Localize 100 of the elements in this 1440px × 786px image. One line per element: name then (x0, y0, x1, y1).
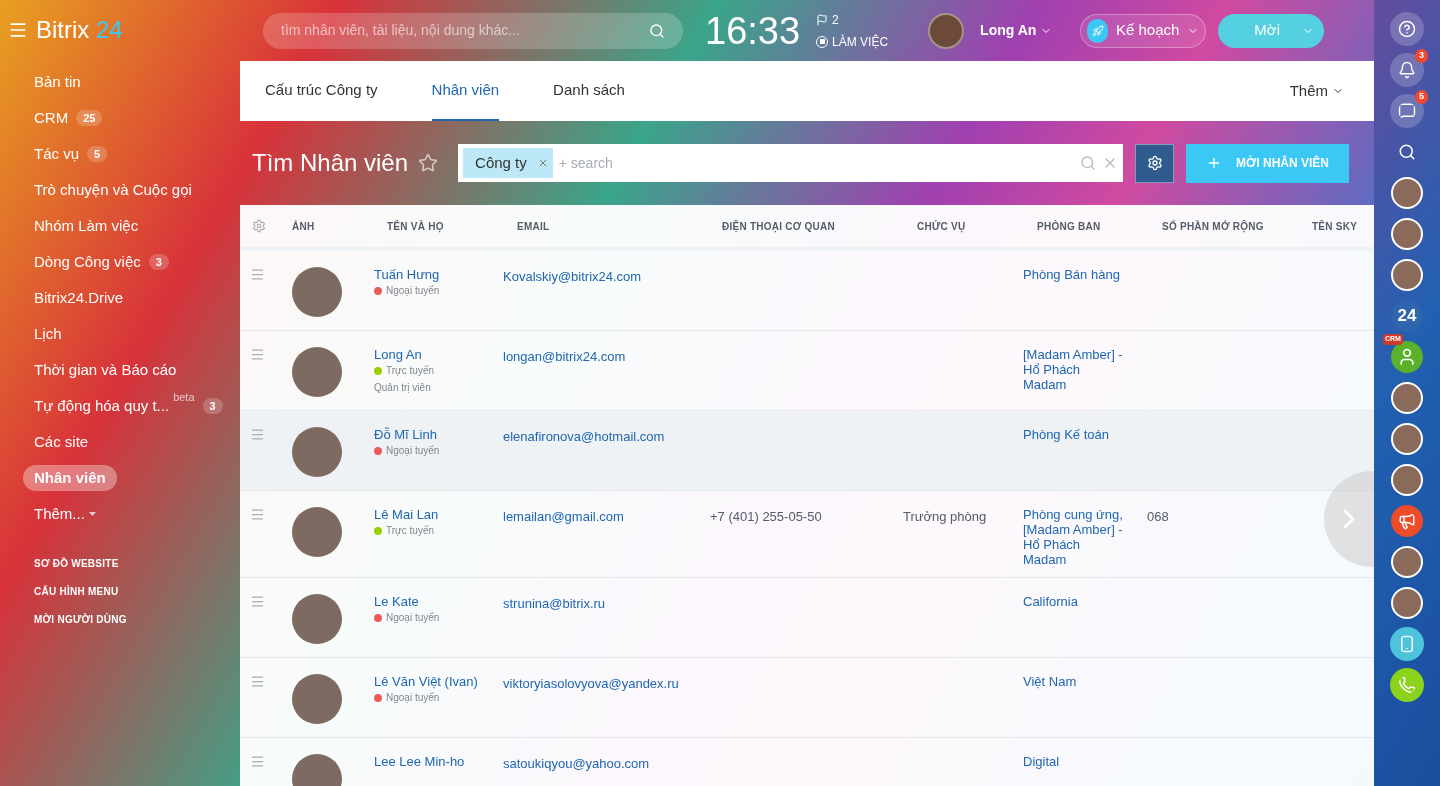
chat-icon[interactable] (1390, 94, 1424, 128)
user-menu[interactable]: Long An (980, 20, 1053, 41)
department-link[interactable]: Việt Nam (1023, 674, 1127, 689)
column-header[interactable]: CHỨC VỤ (917, 220, 966, 232)
sidebar-item[interactable]: Lịch (23, 321, 73, 347)
table-row[interactable]: Tuấn Hưng Ngoại tuyến Kovalskiy@bitrix24.com Phòng Bán hàng (240, 251, 1374, 331)
column-header[interactable]: TÊN SKY (1312, 220, 1358, 232)
table-row[interactable]: Le Kate Ngoại tuyến strunina@bitrix.ru California (240, 578, 1374, 658)
column-header[interactable]: ẢNH (292, 220, 315, 232)
drag-handle-icon[interactable] (250, 507, 265, 522)
email-link[interactable]: lemailan@gmail.com (503, 509, 624, 524)
contact-avatar[interactable] (1391, 587, 1423, 619)
sidebar-item[interactable]: Bitrix24.Drive (23, 285, 135, 311)
filter-field[interactable]: Công ty + search (458, 144, 1124, 182)
page-title: Tìm Nhân viên (252, 148, 409, 178)
department-link[interactable]: Phòng Bán hàng (1023, 267, 1127, 282)
column-header[interactable]: ĐIỆN THOẠI CƠ QUAN (722, 220, 836, 232)
tab[interactable]: Cấu trúc Công ty (265, 61, 378, 121)
more-tab[interactable]: Thêm (1289, 61, 1344, 121)
employee-name[interactable]: Le Kate (374, 594, 492, 609)
drag-handle-icon[interactable] (250, 427, 265, 442)
bell-icon[interactable] (1390, 53, 1424, 87)
sidebar-item[interactable]: CRM 25 (23, 105, 114, 131)
sidebar-item[interactable]: Nhóm Làm việc (23, 213, 150, 239)
contact-avatar[interactable] (1391, 218, 1423, 250)
drag-handle-icon[interactable] (250, 267, 265, 282)
sidebar-item[interactable]: Dòng Công việc 3 (23, 249, 180, 275)
table-row[interactable]: Lê Văn Việt (Ivan) Ngoại tuyến viktoryiasolovyova@yandex.ru Việt Nam (240, 658, 1374, 738)
sidebar-link[interactable]: SƠ ĐỒ WEBSITE (34, 556, 240, 571)
employee-name[interactable]: Lê Mai Lan (374, 507, 492, 522)
email-link[interactable]: Kovalskiy@bitrix24.com (503, 269, 642, 284)
email-link[interactable]: longan@bitrix24.com (503, 349, 626, 364)
contact-avatar[interactable] (1391, 546, 1423, 578)
search-icon[interactable] (649, 22, 665, 39)
plan-button[interactable]: Kế hoạch (1080, 13, 1207, 48)
table-row[interactable]: Lee Lee Min-ho satoukiqyou@yahoo.com Digital (240, 738, 1374, 786)
drag-handle-icon[interactable] (250, 347, 265, 362)
filter-tag[interactable]: Công ty (463, 148, 553, 178)
crm-contact-icon[interactable] (1391, 341, 1423, 373)
sidebar-item[interactable]: Thời gian và Báo cáo (23, 357, 188, 383)
department-link[interactable]: Digital (1023, 754, 1127, 769)
column-header[interactable]: EMAIL (517, 220, 550, 232)
department-link[interactable]: California (1023, 594, 1127, 609)
photo-placeholder (292, 507, 342, 557)
photo-placeholder (292, 427, 342, 477)
status-text: Trực tuyến (386, 524, 434, 538)
department-link[interactable]: [Madam Amber] - Hổ Phách Madam (1023, 347, 1127, 392)
flag-count: 2 (832, 11, 839, 29)
help-icon[interactable] (1390, 12, 1424, 46)
contact-avatar[interactable] (1391, 259, 1423, 291)
search-field[interactable]: tìm nhân viên, tài liệu, nội dung khác... (263, 12, 683, 49)
sidebar-item[interactable]: Tác vụ 5 (23, 141, 119, 167)
megaphone-icon[interactable] (1391, 505, 1423, 537)
phone-cloud-icon[interactable] (1390, 627, 1424, 661)
sidebar-link[interactable]: MỜI NGƯỜI DÙNG (34, 612, 240, 627)
table-row[interactable]: Đỗ Mĩ Linh Ngoại tuyến elenafironova@hotmail.com Phòng Kế toán (240, 411, 1374, 491)
table-row[interactable]: Lê Mai Lan Trực tuyến lemailan@gmail.com +7 (401) 255-05-50 Trưởng phòng Phòng cung ứng, [Madam Amber] - Hổ Phách Madam 068 (240, 491, 1374, 578)
email-link[interactable]: viktoryiasolovyova@yandex.ru (503, 676, 679, 691)
contact-avatar[interactable] (1391, 423, 1423, 455)
settings-button[interactable] (1135, 143, 1175, 183)
sidebar-item[interactable]: Bản tin (23, 69, 92, 95)
tab[interactable]: Danh sách (553, 61, 625, 121)
sidebar-link[interactable]: CẤU HÌNH MENU (34, 584, 240, 599)
star-icon[interactable] (418, 153, 439, 173)
column-header[interactable]: PHÒNG BAN (1037, 220, 1101, 232)
phone-icon[interactable] (1390, 668, 1424, 702)
contact-avatar[interactable] (1391, 464, 1423, 496)
work-status[interactable]: LÀM VIỆC (832, 32, 889, 51)
photo-placeholder (292, 674, 342, 724)
sidebar-item[interactable]: Thêm... (23, 501, 107, 527)
rocket-icon (1087, 18, 1108, 43)
filter-input[interactable]: + search (558, 152, 1081, 174)
employee-name[interactable]: Long An (374, 347, 492, 362)
sidebar-item[interactable]: Trò chuyện và Cuộc gọi (23, 177, 203, 203)
sidebar-item[interactable]: Các site (23, 429, 100, 455)
search-input[interactable]: tìm nhân viên, tài liệu, nội dung khác... (281, 20, 649, 41)
drag-handle-icon[interactable] (250, 594, 265, 609)
avatar[interactable] (928, 12, 965, 49)
department-link[interactable]: Phòng cung ứng, [Madam Amber] - Hổ Phách Madam (1023, 507, 1127, 567)
position-text: Trưởng phòng (903, 509, 987, 524)
status-text: Ngoại tuyến (386, 284, 440, 298)
drag-handle-icon[interactable] (250, 754, 265, 769)
contact-avatar[interactable] (1391, 177, 1423, 209)
employee-name[interactable]: Đỗ Mĩ Linh (374, 427, 492, 442)
email-link[interactable]: elenafironova@hotmail.com (503, 429, 665, 444)
employee-name[interactable]: Lê Văn Việt (Ivan) (374, 674, 492, 689)
department-link[interactable]: Phòng Kế toán (1023, 427, 1127, 442)
bitrix-logo[interactable]: 24 (1391, 300, 1423, 332)
tab[interactable]: Nhân viên (431, 61, 500, 121)
email-link[interactable]: satoukiqyou@yahoo.com (503, 756, 650, 771)
column-header[interactable]: TÊN VÀ HỌ (387, 220, 444, 232)
email-link[interactable]: strunina@bitrix.ru (503, 596, 606, 611)
employee-name[interactable]: Tuấn Hưng (374, 267, 492, 282)
column-header[interactable]: SỐ PHẦN MỞ RỘNG (1162, 220, 1264, 232)
sidebar-item[interactable]: Tự động hóa quy t... beta 3 (23, 393, 234, 419)
settings-icon (1146, 155, 1163, 171)
notification-badge: 5 (1415, 90, 1428, 104)
employee-name[interactable]: Lee Lee Min-ho (374, 754, 492, 769)
contact-avatar[interactable] (1391, 382, 1423, 414)
drag-handle-icon[interactable] (250, 674, 265, 689)
